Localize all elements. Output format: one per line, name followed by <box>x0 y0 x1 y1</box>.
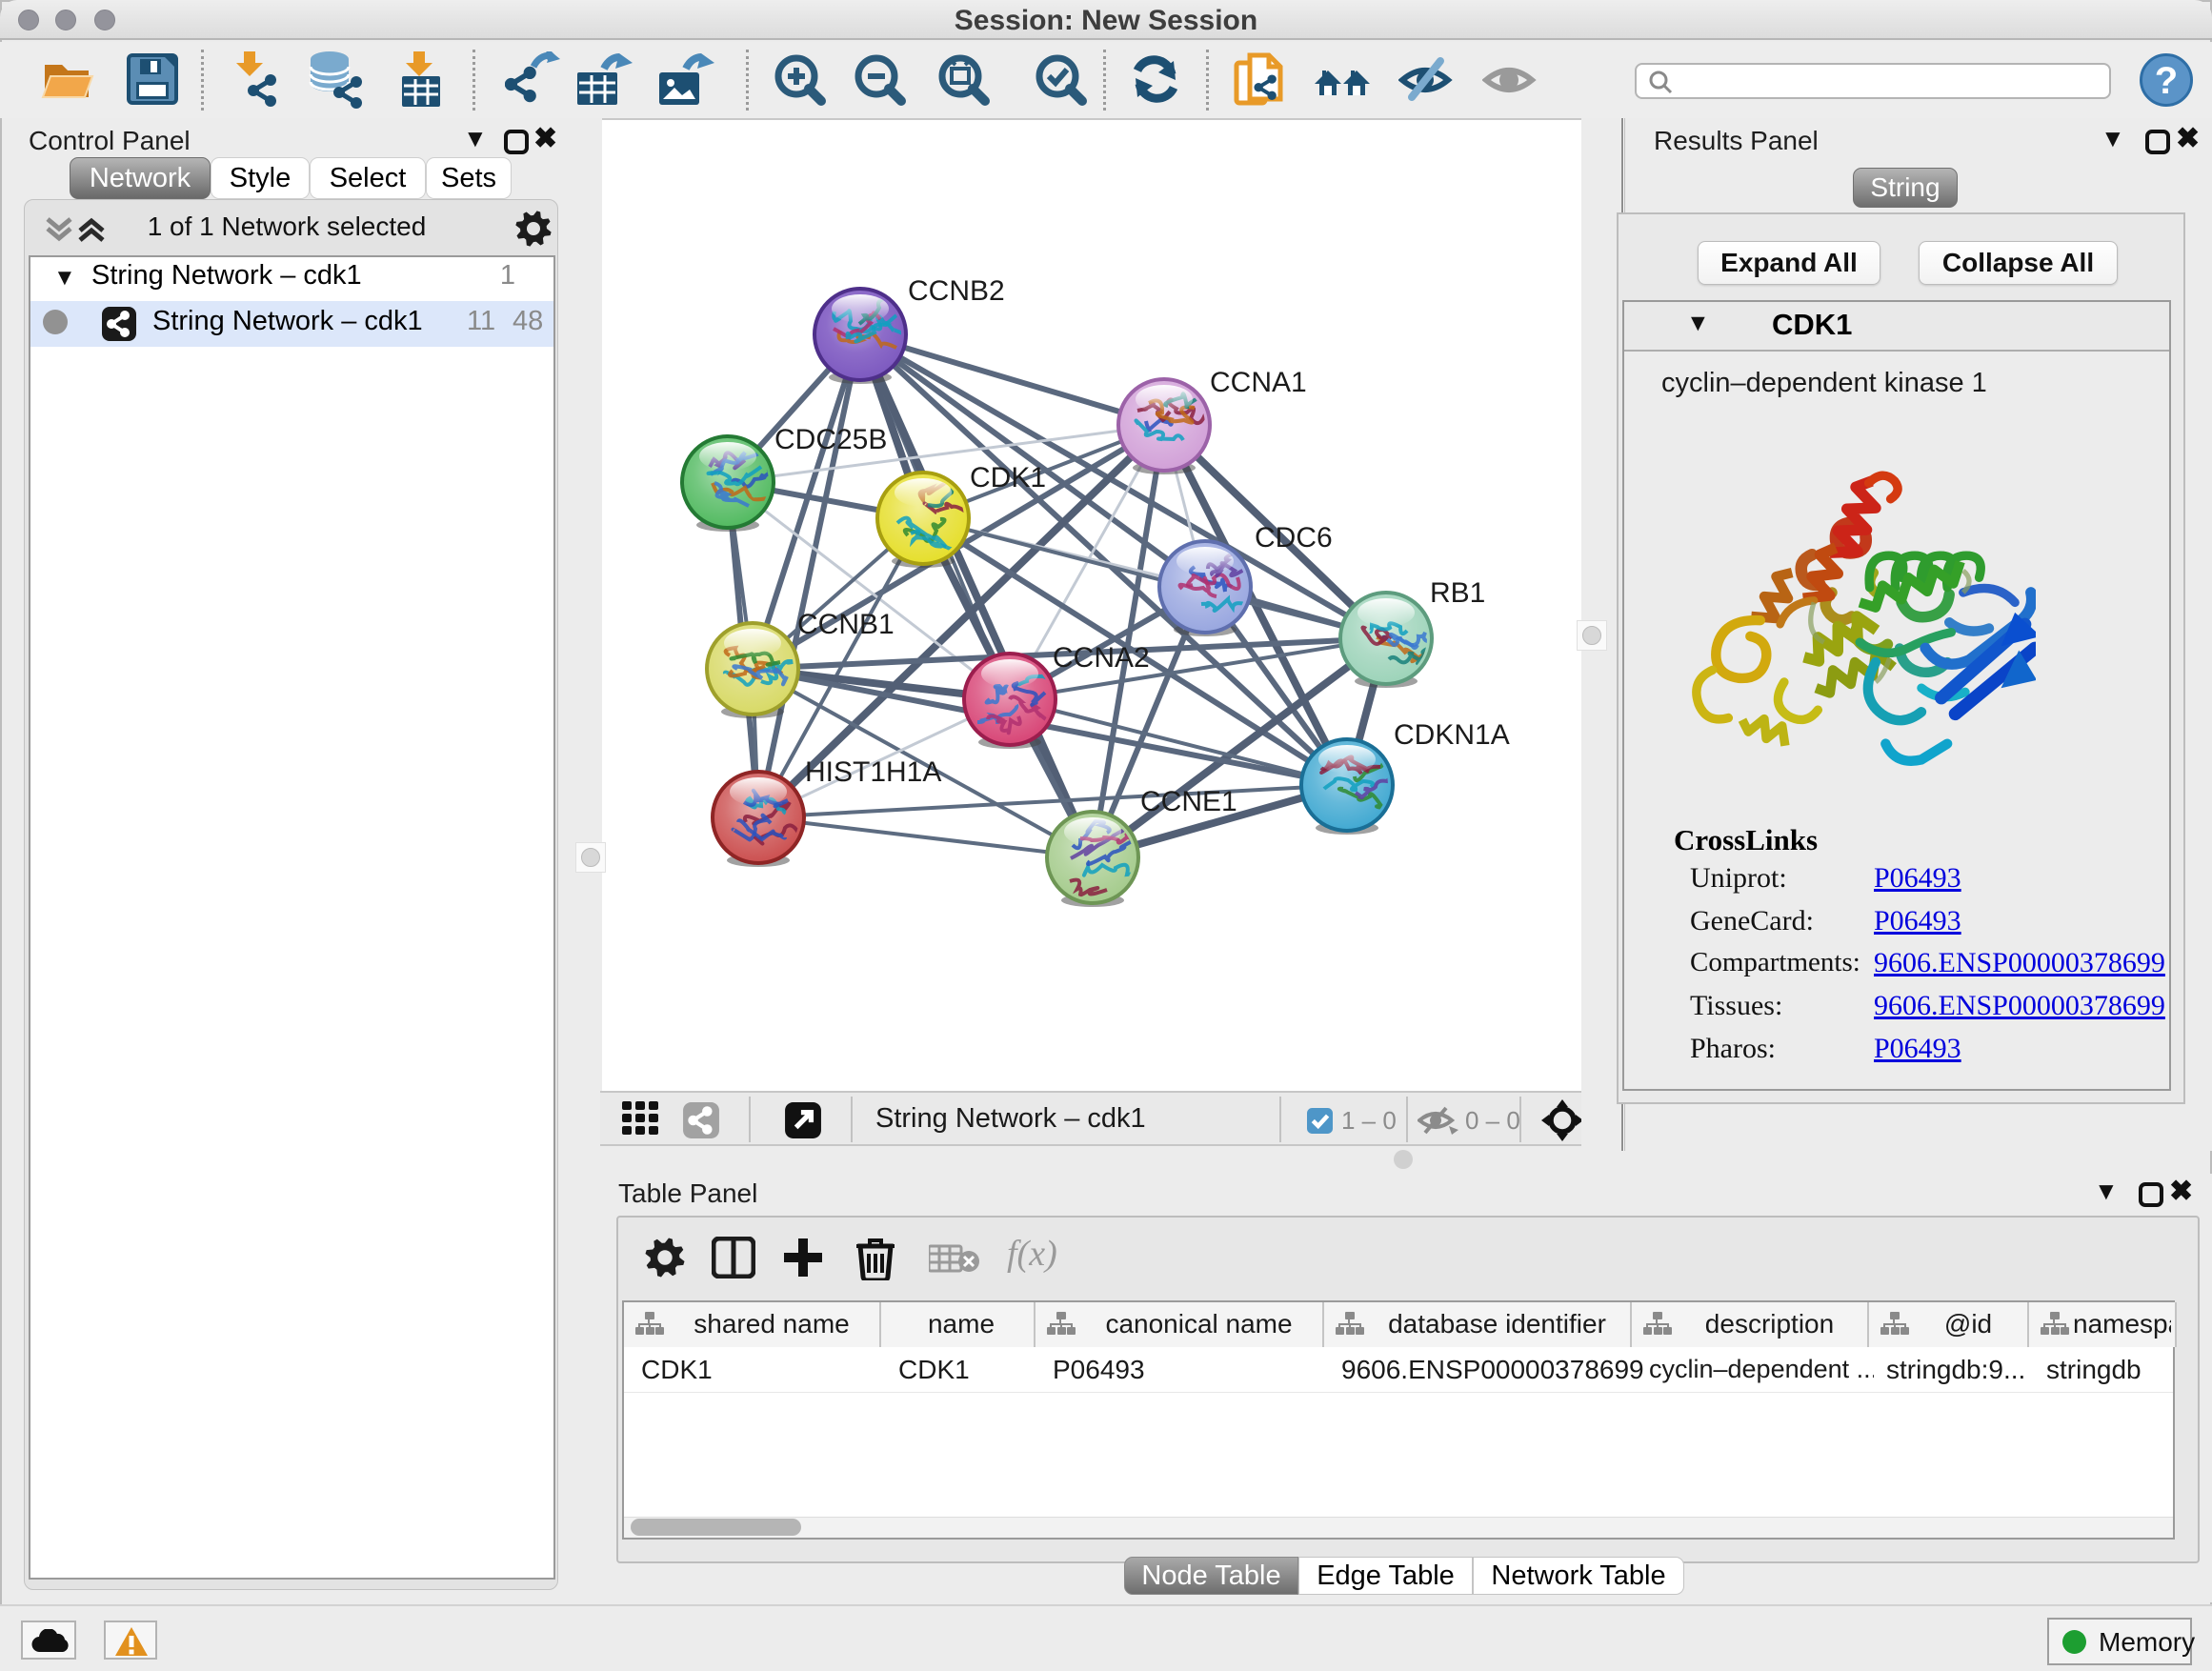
svg-text:CDC6: CDC6 <box>1255 522 1333 554</box>
svg-text:CDC25B: CDC25B <box>774 424 887 455</box>
svg-text:CDKN1A: CDKN1A <box>1394 719 1510 751</box>
svg-text:CCNB2: CCNB2 <box>908 275 1005 307</box>
svg-text:CCNB1: CCNB1 <box>797 609 895 640</box>
svg-text:CCNA2: CCNA2 <box>1053 642 1150 674</box>
svg-text:CDK1: CDK1 <box>970 462 1046 493</box>
svg-text:HIST1H1A: HIST1H1A <box>805 756 941 788</box>
svg-text:CCNE1: CCNE1 <box>1140 786 1237 817</box>
svg-text:CCNA1: CCNA1 <box>1210 367 1307 398</box>
svg-text:RB1: RB1 <box>1430 577 1485 609</box>
